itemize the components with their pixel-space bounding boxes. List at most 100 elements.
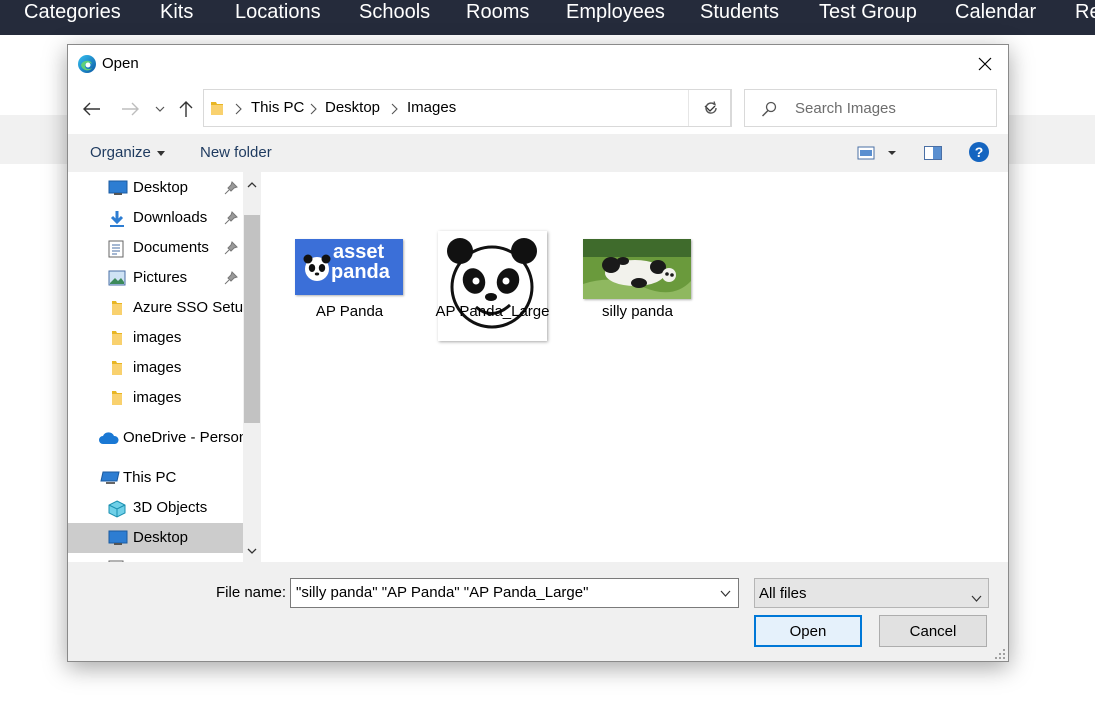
desktop-icon (108, 530, 128, 546)
nav-item-3d-objects[interactable]: 3D Objects (68, 493, 243, 523)
breadcrumb-desktop[interactable]: Desktop (325, 99, 380, 116)
refresh-button[interactable] (690, 89, 732, 127)
nav-schools[interactable]: Schools (359, 0, 430, 24)
dialog-toolbar: Organize New folder ? (68, 134, 1008, 172)
folder-icon (111, 390, 129, 406)
nav-re[interactable]: Re (1075, 0, 1095, 24)
close-icon (978, 57, 992, 71)
documents-icon (108, 240, 126, 258)
organize-button[interactable]: Organize (90, 144, 166, 161)
refresh-icon (704, 101, 717, 114)
pin-icon (224, 241, 238, 255)
chevron-right-icon (233, 102, 243, 116)
file-type-select[interactable]: All files (754, 578, 989, 608)
nav-item-this-pc[interactable]: This PC (68, 463, 243, 493)
nav-item-label: Downloads (133, 209, 208, 226)
help-button[interactable]: ? (968, 141, 990, 168)
up-button[interactable] (175, 98, 197, 120)
dialog-titlebar[interactable]: Open (68, 45, 1008, 83)
new-folder-button[interactable]: New folder (200, 144, 272, 161)
resize-grip-icon[interactable] (994, 647, 1006, 659)
panda-face-icon (447, 238, 537, 329)
dropdown-arrow-icon (157, 150, 166, 156)
file-item-ap-panda[interactable]: asset panda AP Panda (290, 186, 415, 336)
nav-item-label: Pictures (133, 269, 188, 286)
breadcrumb-images[interactable]: Images (407, 99, 456, 116)
nav-locations[interactable]: Locations (235, 0, 321, 24)
open-button[interactable]: Open (754, 615, 862, 647)
pictures-icon (108, 270, 126, 286)
organize-label: Organize (90, 144, 151, 161)
file-name-ap-panda: AP Panda (315, 303, 384, 320)
nav-item-label: images (133, 389, 182, 406)
nav-item-downloads[interactable]: Downloads (68, 203, 243, 233)
panda-photo (583, 239, 691, 299)
dialog-footer: File name: "silly panda" "AP Panda" "AP … (68, 562, 1008, 661)
nav-item-images-3[interactable]: images (68, 383, 243, 413)
pin-icon (224, 271, 238, 285)
forward-arrow-icon (122, 102, 139, 116)
dialog-title: Open (102, 55, 139, 72)
nav-item-label: This PC (123, 469, 177, 486)
nav-categories[interactable]: Categories (24, 0, 121, 24)
search-input[interactable]: Search Images (744, 89, 997, 127)
nav-item-onedrive[interactable]: OneDrive - Person (68, 423, 247, 453)
scroll-up-icon[interactable] (246, 178, 258, 190)
help-icon: ? (969, 142, 989, 162)
file-type-value: All files (759, 585, 807, 602)
nav-test-group[interactable]: Test Group (819, 0, 917, 24)
file-list: asset panda AP Panda AP Panda_Large sill… (261, 172, 1008, 562)
desktop-icon (108, 180, 128, 196)
file-name-dropdown-button[interactable] (712, 579, 738, 607)
cancel-button[interactable]: Cancel (879, 615, 987, 647)
nav-item-images-1[interactable]: images (68, 323, 243, 353)
folder-icon (111, 360, 129, 376)
logo-text-asset: asset (333, 241, 385, 263)
scrollbar-thumb[interactable] (244, 215, 260, 423)
view-icon (857, 146, 896, 160)
nav-item-label: Desktop (133, 529, 189, 546)
onedrive-icon (98, 431, 119, 447)
forward-button[interactable] (119, 98, 141, 120)
open-file-dialog: Open This PC Desktop Images Search Image… (67, 44, 1009, 662)
navigation-row: This PC Desktop Images Search Images (68, 89, 1008, 127)
nav-item-desktop-selected[interactable]: Desktop (68, 523, 243, 553)
chevron-down-icon (155, 106, 165, 112)
file-item-ap-panda-large[interactable]: AP Panda_Large (433, 186, 558, 341)
chevron-down-icon (720, 590, 730, 597)
nav-rooms[interactable]: Rooms (466, 0, 529, 24)
view-options-button[interactable] (857, 146, 897, 165)
file-item-silly-panda[interactable]: silly panda (577, 186, 702, 336)
nav-item-documents[interactable]: Documents (68, 233, 243, 263)
nav-item-pictures[interactable]: Pictures (68, 263, 243, 293)
search-icon (761, 101, 777, 117)
recent-locations-button[interactable] (149, 98, 171, 120)
nav-students[interactable]: Students (700, 0, 779, 24)
logo-text-panda: panda (331, 261, 390, 283)
navigation-scrollbar[interactable] (243, 172, 261, 562)
search-placeholder: Search Images (795, 100, 896, 117)
nav-calendar[interactable]: Calendar (955, 0, 1036, 24)
app-top-nav: Categories Kits Locations Schools Rooms … (0, 0, 1095, 35)
nav-item-images-2[interactable]: images (68, 353, 243, 383)
chevron-right-icon (389, 102, 399, 116)
back-button[interactable] (81, 98, 103, 120)
file-name-input[interactable]: "silly panda" "AP Panda" "AP Panda_Large… (290, 578, 739, 608)
breadcrumb-this-pc[interactable]: This PC (251, 99, 304, 116)
nav-item-partial (68, 553, 243, 562)
nav-kits[interactable]: Kits (160, 0, 193, 24)
folder-icon (111, 300, 129, 316)
nav-item-azure-sso-setup[interactable]: Azure SSO Setup (68, 293, 251, 323)
ap-panda-thumbnail: asset panda (295, 239, 403, 295)
nav-employees[interactable]: Employees (566, 0, 665, 24)
nav-item-desktop-pinned[interactable]: Desktop (68, 173, 243, 203)
nav-item-label: OneDrive - Person (123, 429, 248, 446)
file-name-value: "silly panda" "AP Panda" "AP Panda_Large… (296, 584, 589, 601)
close-button[interactable] (962, 45, 1008, 83)
scroll-down-icon[interactable] (246, 544, 258, 556)
nav-item-label: Desktop (133, 179, 189, 196)
3d-objects-icon (108, 500, 126, 518)
ap-panda-large-thumbnail (438, 231, 547, 341)
address-bar[interactable]: This PC Desktop Images (203, 89, 731, 127)
preview-pane-button[interactable] (924, 146, 942, 165)
